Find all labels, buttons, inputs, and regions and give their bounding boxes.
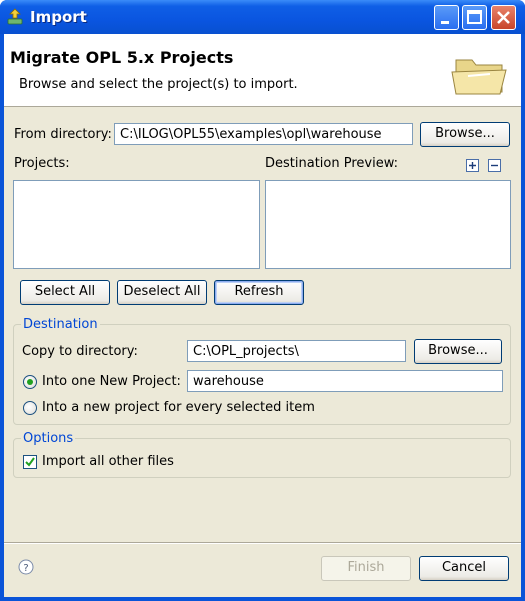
from-browse-button[interactable]: Browse...: [420, 122, 510, 147]
help-icon[interactable]: ?: [18, 559, 34, 575]
page-description: Browse and select the project(s) to impo…: [19, 77, 298, 92]
copy-to-directory-field[interactable]: [187, 340, 406, 362]
minimize-icon: [441, 21, 449, 24]
project-name-field[interactable]: [187, 370, 503, 392]
cancel-button[interactable]: Cancel: [419, 556, 509, 581]
copy-browse-button[interactable]: Browse...: [414, 339, 502, 364]
maximize-icon: [467, 10, 482, 24]
project-per-item-label: Into a new project for every selected it…: [42, 400, 315, 415]
minimize-button[interactable]: [434, 5, 459, 30]
from-directory-field[interactable]: [114, 123, 413, 145]
checkmark-icon: [25, 457, 35, 467]
refresh-button[interactable]: Refresh: [214, 280, 304, 305]
import-other-files-label: Import all other files: [42, 454, 174, 469]
from-directory-label: From directory:: [14, 127, 112, 142]
close-button[interactable]: [491, 5, 516, 30]
select-all-button[interactable]: Select All: [20, 280, 110, 305]
finish-button[interactable]: Finish: [321, 556, 411, 581]
window-title: Import: [30, 8, 87, 26]
title-bar[interactable]: Import: [0, 0, 525, 34]
footer-separator: [4, 542, 521, 544]
options-legend: Options: [21, 431, 76, 446]
page-title: Migrate OPL 5.x Projects: [10, 48, 234, 67]
radio-selected-dot: [27, 379, 33, 385]
project-per-item-radio[interactable]: [23, 401, 37, 415]
expand-all-icon[interactable]: [466, 159, 479, 172]
one-project-label: Into one New Project:: [42, 374, 181, 389]
import-other-files-checkbox[interactable]: [23, 455, 37, 469]
open-folder-icon: [451, 59, 507, 95]
destination-legend: Destination: [21, 317, 100, 332]
wizard-banner: Migrate OPL 5.x Projects Browse and sele…: [4, 34, 521, 107]
import-app-icon: [7, 8, 23, 25]
one-project-radio[interactable]: [23, 375, 37, 389]
deselect-all-button[interactable]: Deselect All: [117, 280, 207, 305]
dialog-body: Migrate OPL 5.x Projects Browse and sele…: [4, 34, 521, 597]
import-dialog: Import Migrate OPL 5.x Projects Browse a…: [0, 0, 525, 601]
copy-to-directory-label: Copy to directory:: [22, 344, 138, 359]
destination-preview-tree[interactable]: [265, 180, 511, 269]
close-icon: [497, 11, 510, 24]
destination-preview-label: Destination Preview:: [265, 156, 399, 171]
collapse-all-icon[interactable]: [488, 159, 501, 172]
svg-text:?: ?: [23, 563, 28, 574]
projects-label: Projects:: [14, 156, 70, 171]
projects-list[interactable]: [13, 180, 260, 269]
maximize-button[interactable]: [462, 5, 487, 30]
